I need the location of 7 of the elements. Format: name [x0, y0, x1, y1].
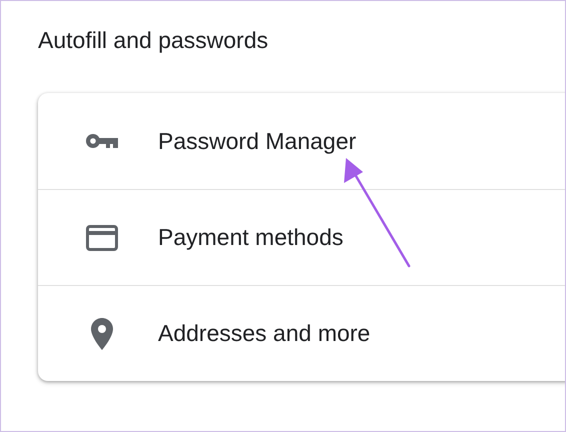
key-icon: [86, 134, 118, 148]
section-title: Autofill and passwords: [38, 27, 270, 53]
menu-item[interactable]: Payment methods: [38, 189, 565, 285]
location-pin-icon: [91, 318, 113, 350]
credit-card-icon: [86, 224, 118, 250]
menu-item[interactable]: Addresses and more: [38, 285, 565, 381]
menu-item[interactable]: Password Manager: [38, 93, 565, 189]
